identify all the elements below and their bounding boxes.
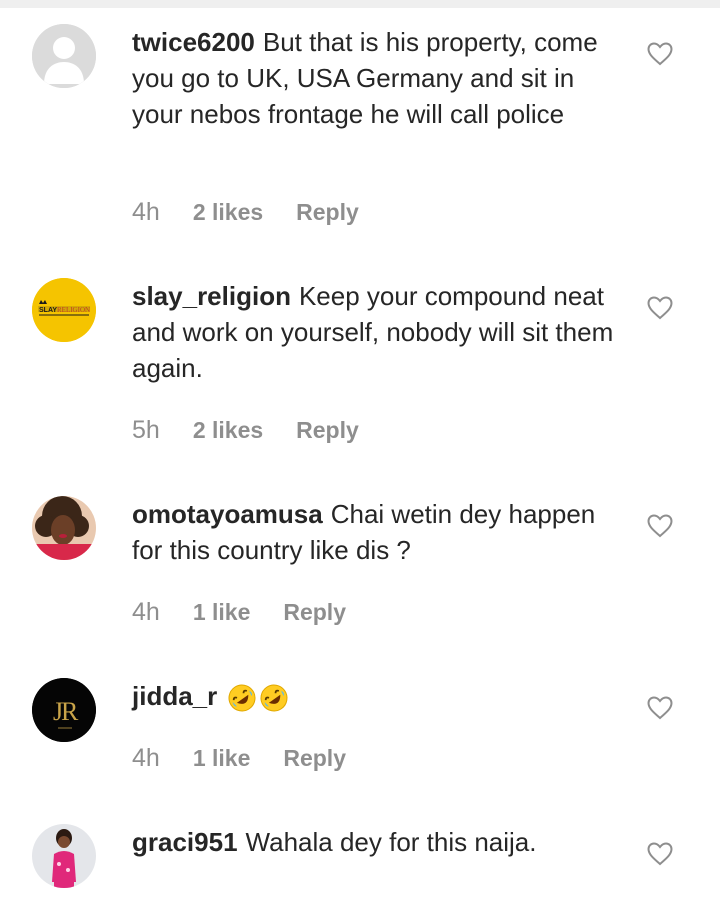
reply-button[interactable]: Reply [296,415,359,445]
comment-username[interactable]: twice6200 [132,27,255,57]
comment-text: jidda_r [132,678,622,714]
top-divider [0,0,720,8]
jr-monogram-logo-icon: J R [32,678,96,742]
reply-button[interactable]: Reply [283,597,346,627]
avatar[interactable]: SLAY RELIGION [32,278,96,342]
rolling-on-floor-laughing-emoji-icon [228,684,256,712]
profile-photo-icon [32,496,96,560]
slay-religion-logo-icon: SLAY RELIGION [32,278,96,342]
svg-text:R: R [61,697,79,726]
heart-outline-icon[interactable] [647,514,673,538]
comment-likes[interactable]: 1 like [193,743,251,773]
comment-username[interactable]: jidda_r [132,681,217,711]
profile-photo-icon [32,824,96,888]
comment-time: 5h [132,416,160,444]
avatar-logo-text: SLAY [39,307,57,314]
comment-likes[interactable]: 2 likes [193,415,263,445]
default-avatar-icon [32,24,96,88]
comment-username[interactable]: slay_religion [132,281,291,311]
comment-meta: 4h 1 like Reply [132,743,346,773]
heart-outline-icon[interactable] [647,696,673,720]
comment-time: 4h [132,598,160,626]
comment-time: 4h [132,198,160,226]
comment-text: omotayoamusa Chai wetin dey happen for th… [132,496,622,568]
reply-button[interactable]: Reply [296,197,359,227]
comment-text: twice6200 But that is his property, come … [132,24,622,132]
svg-text:RELIGION: RELIGION [57,306,90,314]
comment-text: slay_religion Keep your compound neat and… [132,278,622,386]
avatar[interactable] [32,496,96,560]
comment-body: Wahala dey for this naija. [245,827,537,857]
avatar[interactable] [32,824,96,888]
comment-time: 4h [132,744,160,772]
heart-outline-icon[interactable] [647,296,673,320]
comment-likes[interactable]: 2 likes [193,197,263,227]
avatar[interactable]: J R [32,678,96,742]
comment-likes[interactable]: 1 like [193,597,251,627]
comment-meta: 5h 2 likes Reply [132,415,359,445]
comment-meta: 4h 2 likes Reply [132,197,359,227]
avatar[interactable] [32,24,96,88]
comment-username[interactable]: omotayoamusa [132,499,323,529]
comment-username[interactable]: graci951 [132,827,238,857]
comment-text: graci951 Wahala dey for this naija. [132,824,622,860]
heart-outline-icon[interactable] [647,842,673,866]
comment-meta: 4h 1 like Reply [132,597,346,627]
heart-outline-icon[interactable] [647,42,673,66]
reply-button[interactable]: Reply [283,743,346,773]
rolling-on-floor-laughing-emoji-icon [260,684,288,712]
